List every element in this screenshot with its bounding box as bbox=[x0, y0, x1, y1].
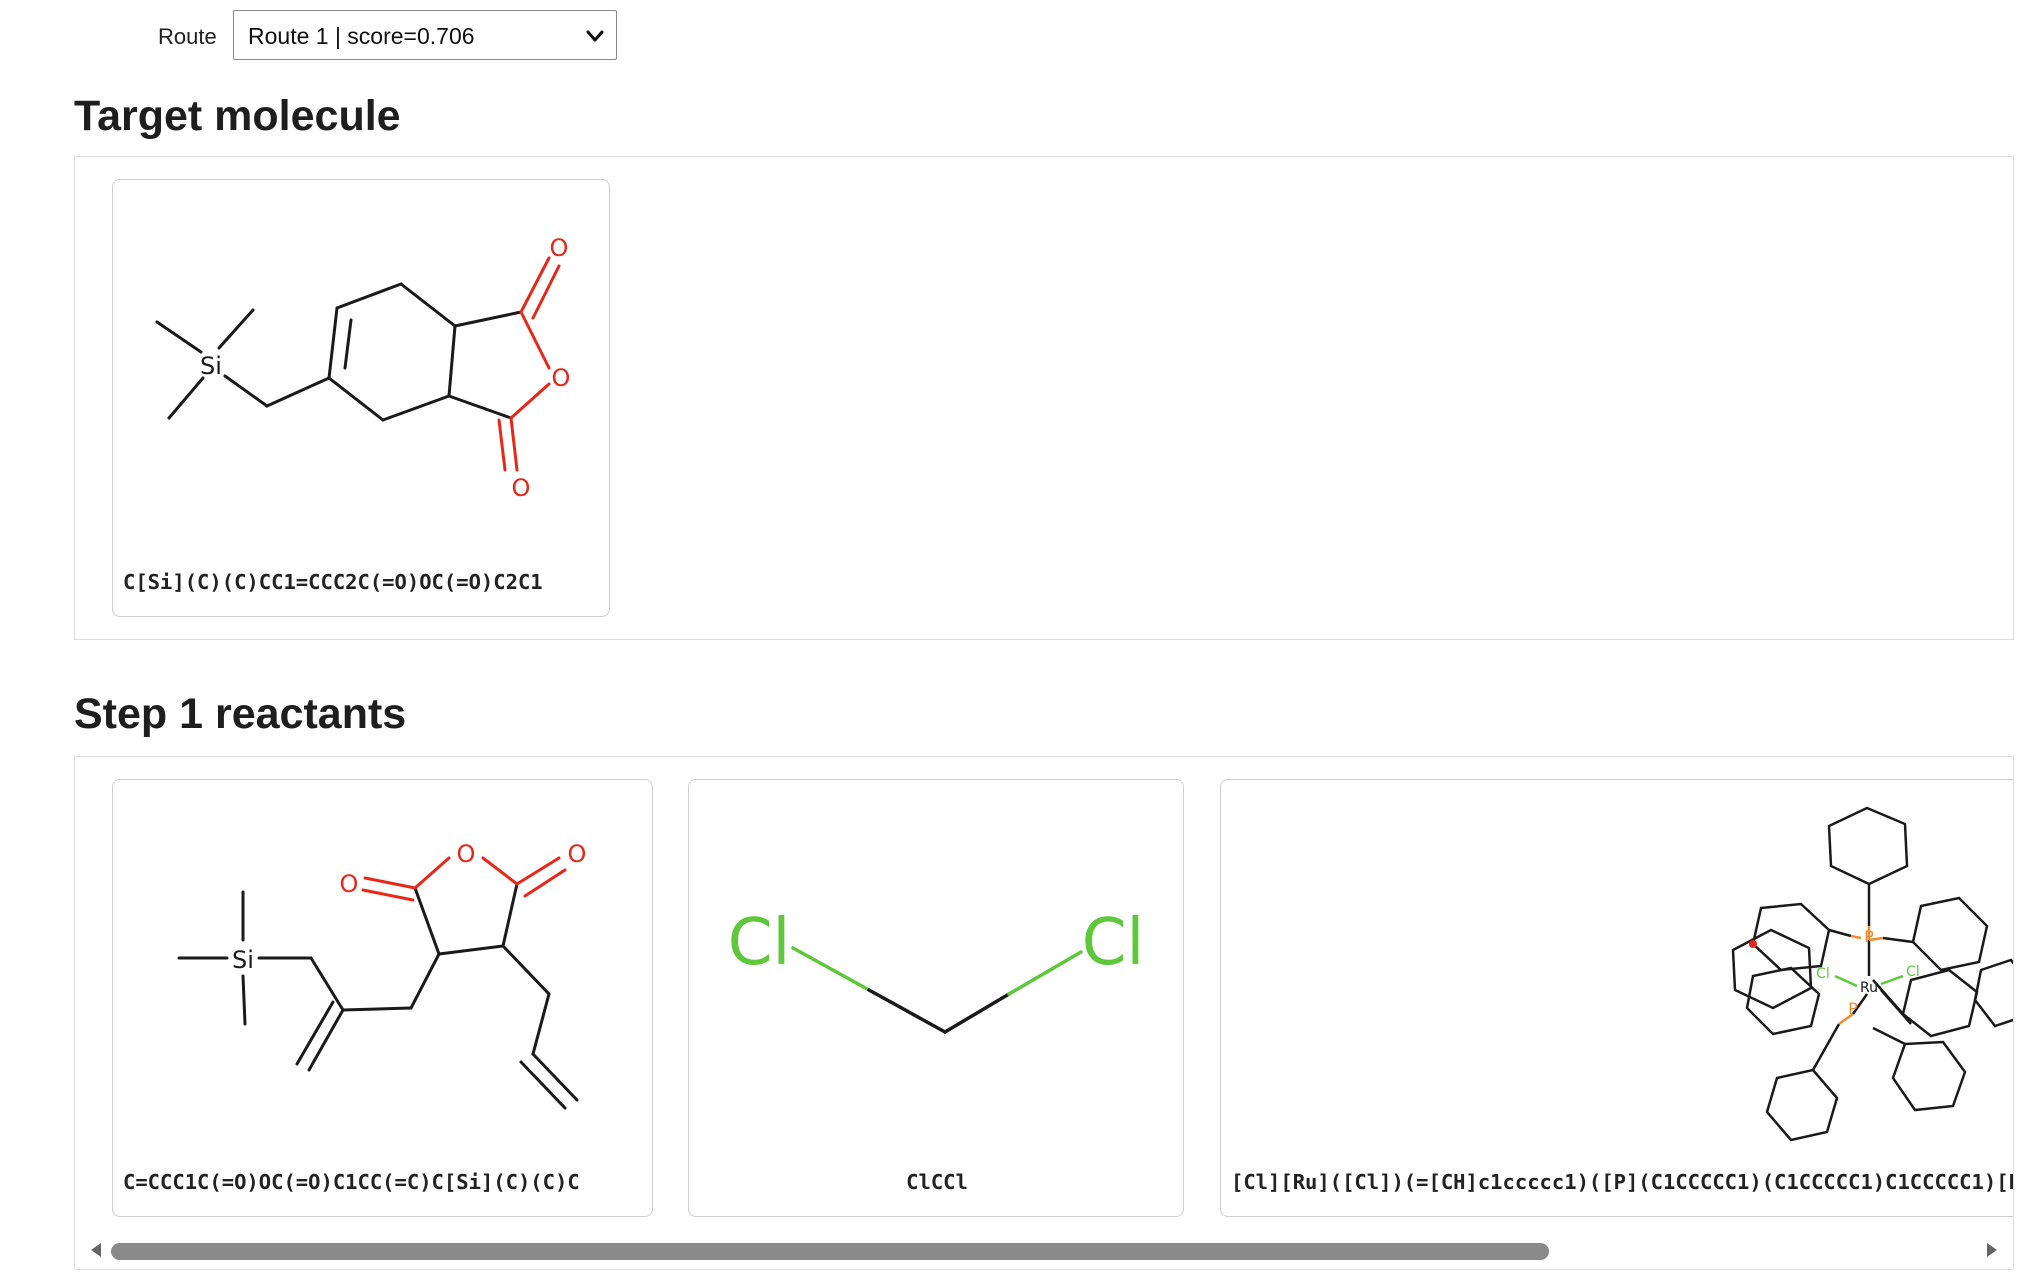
atom-label-si: Si bbox=[200, 352, 222, 380]
atom-label-cl: Cl bbox=[1906, 964, 1920, 980]
step-1-reactants-heading: Step 1 reactants bbox=[74, 690, 407, 738]
route-select[interactable]: Route 1 | score=0.706 bbox=[233, 10, 617, 60]
atom-dot bbox=[1749, 940, 1757, 948]
smiles-label: C[Si](C)(C)CC1=CCC2C(=O)OC(=O)C2C1 bbox=[123, 570, 543, 594]
atom-label-cl: Cl bbox=[1816, 966, 1830, 982]
step-1-reactants-panel: Si O O O C=CCC1C(=O)OC(=O)C1CC(=C)C[Si](… bbox=[74, 756, 2014, 1270]
molecule-card: Si O O O C=CCC1C(=O)OC(=O)C1CC(=C)C[Si](… bbox=[112, 779, 653, 1217]
molecule-structure-image: Si O O O bbox=[177, 840, 587, 1110]
scroll-right-arrow-icon[interactable] bbox=[1985, 1241, 1999, 1259]
chevron-down-icon bbox=[586, 30, 604, 42]
atom-label-o: O bbox=[340, 870, 359, 898]
smiles-label: C=CCC1C(=O)OC(=O)C1CC(=C)C[Si](C)(C)C bbox=[123, 1170, 580, 1194]
atom-label-o: O bbox=[552, 364, 571, 392]
molecule-card: Cl Cl ClCCl bbox=[688, 779, 1184, 1217]
smiles-label: [Cl][Ru]([Cl])(=[CH]c1ccccc1)([P](C1CCCC… bbox=[1231, 1170, 2013, 1194]
scroll-left-arrow-icon[interactable] bbox=[89, 1241, 103, 1259]
smiles-label: ClCCl bbox=[906, 1170, 968, 1194]
route-label: Route bbox=[158, 24, 217, 49]
atom-label-ru: Ru bbox=[1860, 980, 1878, 996]
atom-label-p: P bbox=[1864, 927, 1874, 946]
atom-label-o: O bbox=[550, 234, 569, 262]
target-molecule-heading: Target molecule bbox=[74, 92, 401, 140]
route-select-value: Route 1 | score=0.706 bbox=[248, 23, 475, 49]
horizontal-scrollbar[interactable] bbox=[75, 1231, 2013, 1269]
atom-label-cl: Cl bbox=[1082, 906, 1144, 980]
route-selector-row: Route Route 1 | score=0.706 bbox=[0, 10, 700, 64]
molecule-structure-image: Si O O O bbox=[155, 234, 571, 502]
molecule-structure-image: Cl Cl bbox=[728, 906, 1144, 1034]
molecule-structure-image: P P Ru Cl Cl bbox=[1731, 806, 2013, 1142]
atom-label-o: O bbox=[457, 840, 476, 868]
atom-label-o: O bbox=[568, 840, 587, 868]
atom-label-o: O bbox=[512, 474, 531, 502]
molecule-card: Si O O O C[Si](C)(C)CC1=CCC2C(=O)OC(=O)C… bbox=[112, 179, 610, 617]
atom-label-si: Si bbox=[232, 946, 254, 974]
atom-label-cl: Cl bbox=[728, 906, 790, 980]
atom-label-p: P bbox=[1848, 999, 1858, 1018]
scrollbar-thumb[interactable] bbox=[111, 1243, 1549, 1260]
target-molecule-panel: Si O O O C[Si](C)(C)CC1=CCC2C(=O)OC(=O)C… bbox=[74, 156, 2014, 640]
molecule-card: P P Ru Cl Cl [Cl][Ru]([Cl])(=[CH]c1ccccc… bbox=[1220, 779, 2013, 1217]
